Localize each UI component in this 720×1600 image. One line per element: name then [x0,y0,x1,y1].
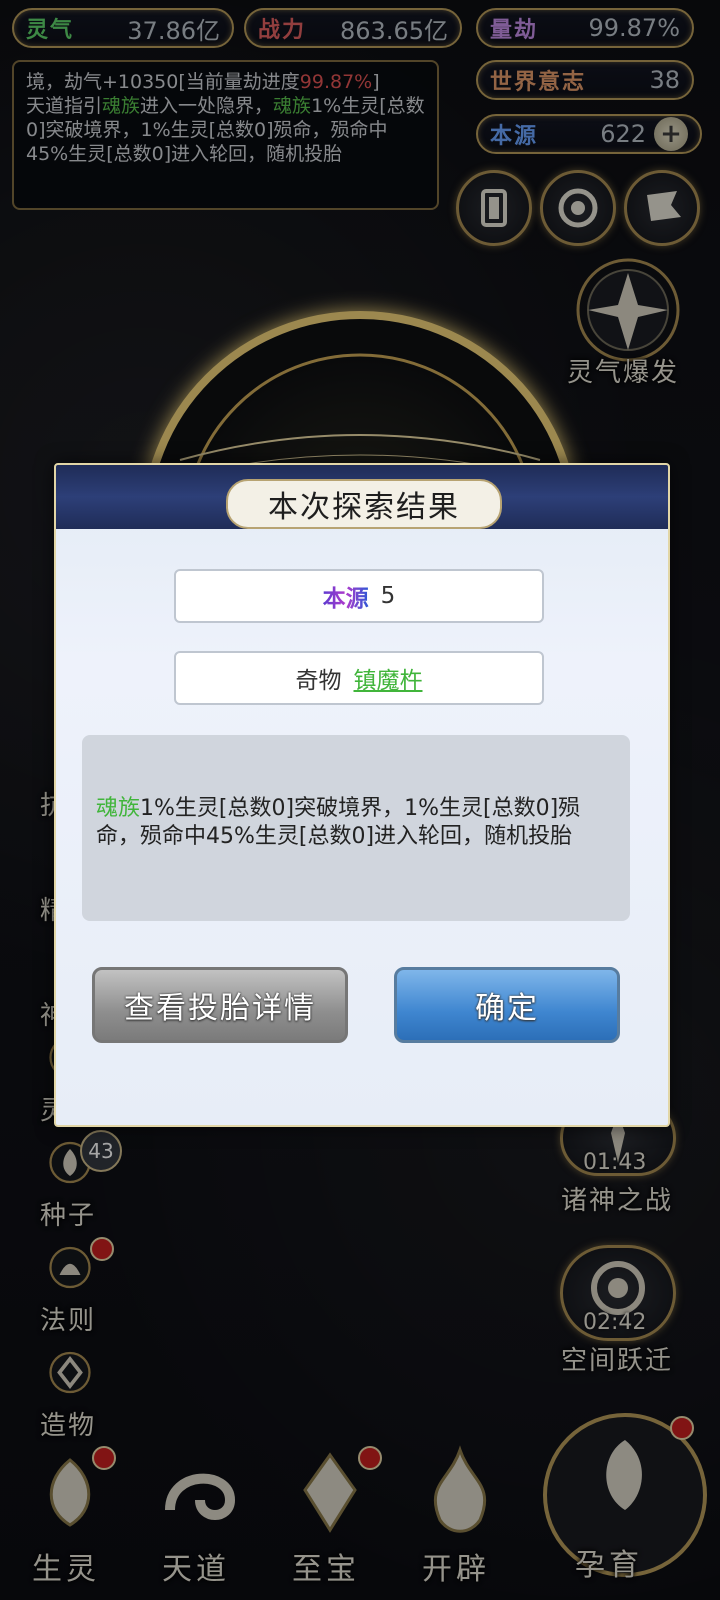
reward-benyuan-label: 本源 [323,579,369,613]
dialog-title: 本次探索结果 [226,479,502,529]
reward-benyuan: 本源 5 [174,569,544,623]
explore-result-dialog: 本次探索结果 本源 5 奇物 镇魔杵 魂族1%生灵[总数0]突破境界，1%生灵[… [54,463,670,1127]
reward-qiwu: 奇物 镇魔杵 [174,651,544,705]
reward-qiwu-label: 奇物 [295,668,342,694]
confirm-button[interactable]: 确定 [394,967,620,1043]
view-details-button[interactable]: 查看投胎详情 [92,967,348,1043]
reward-benyuan-value: 5 [380,583,396,609]
result-description: 魂族1%生灵[总数0]突破境界，1%生灵[总数0]殒命，殒命中45%生灵[总数0… [82,735,630,921]
reward-qiwu-link[interactable]: 镇魔杵 [354,661,423,695]
